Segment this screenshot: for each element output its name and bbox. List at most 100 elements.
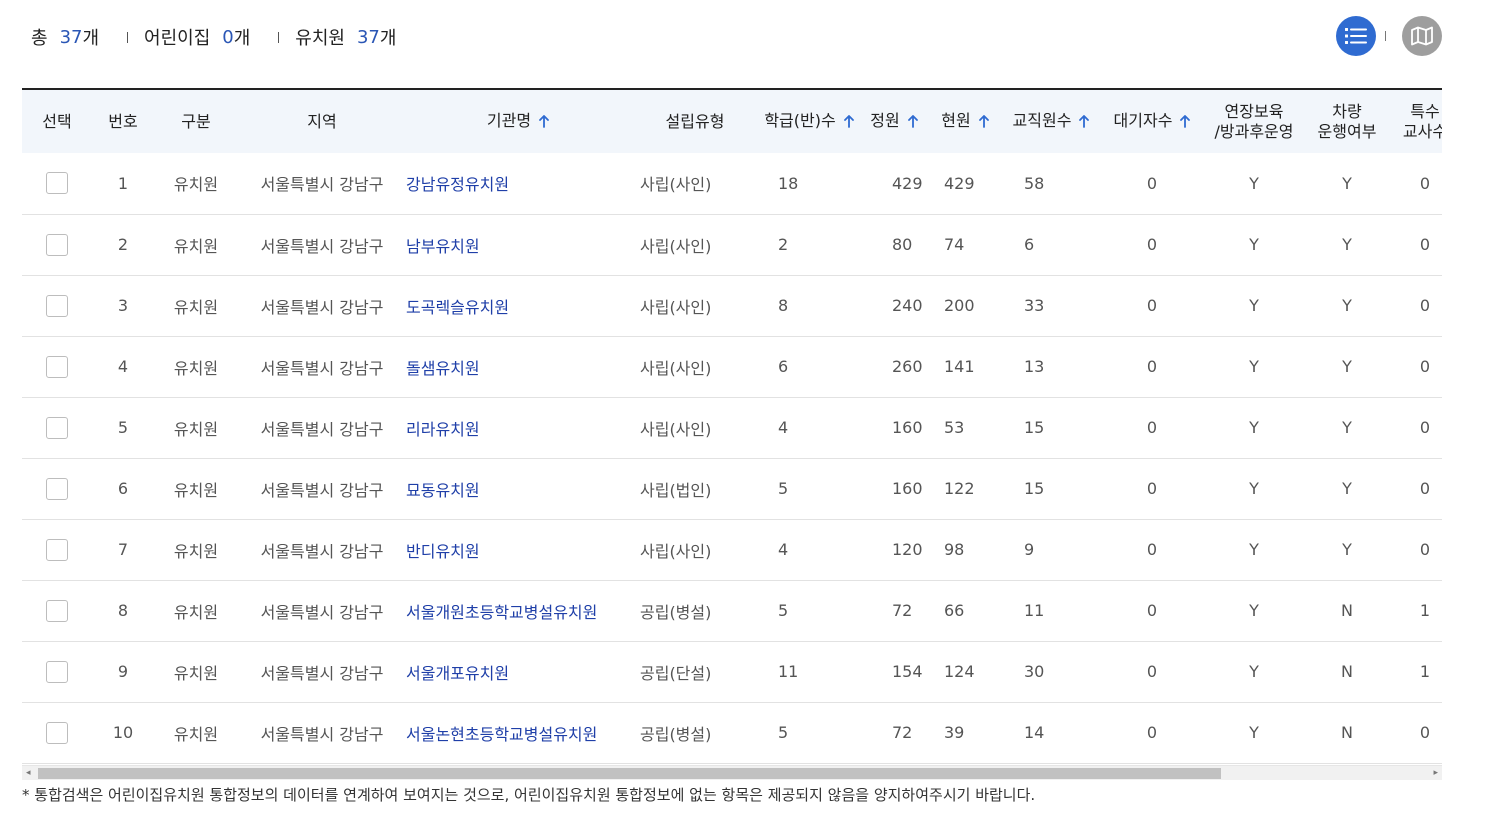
founding-type-cell: 사립(법인) — [640, 480, 712, 500]
row-select-checkbox[interactable] — [46, 294, 68, 317]
institution-name-link[interactable]: 서울논현초등학교병설유치원 — [406, 725, 597, 744]
institution-type-cell: 유치원 — [173, 724, 219, 744]
institution-name-link[interactable]: 돌샘유치원 — [406, 359, 480, 378]
current-enrollment-cell: 66 — [944, 601, 965, 620]
region-cell: 서울특별시 강남구 — [260, 175, 384, 195]
founding-type-cell: 공립(단설) — [640, 663, 712, 683]
institution-name-link[interactable]: 묘동유치원 — [406, 481, 480, 500]
institution-name-link[interactable]: 도곡렉슬유치원 — [406, 298, 509, 317]
special-teacher-count-cell: 0 — [1419, 479, 1431, 498]
scroll-left-icon[interactable]: ◂ — [26, 768, 31, 779]
sort-arrow-icon[interactable] — [843, 113, 854, 133]
kindergarten-count: 37 — [356, 26, 380, 48]
results-table-container[interactable]: 선택 번호 구분 지역 기관명 설립유형 학급(반)수 정원 현원 교직원수 대기자수 연장보육/방과… — [22, 88, 1442, 764]
special-teacher-count-cell: 0 — [1419, 540, 1431, 559]
institution-type-cell: 유치원 — [173, 175, 219, 195]
sort-arrow-icon[interactable] — [907, 113, 918, 133]
institution-name-link[interactable]: 강남유정유치원 — [406, 175, 509, 194]
row-select-checkbox[interactable] — [46, 416, 68, 439]
institution-type-cell: 유치원 — [173, 236, 219, 256]
table-row: 8 유치원 서울특별시 강남구 서울개원초등학교병설유치원 공립(병설) 5 72 66 11 0… — [22, 580, 1442, 641]
extended-care-cell: Y — [1249, 723, 1259, 742]
row-select-checkbox[interactable] — [46, 599, 68, 622]
table-header-row: 선택 번호 구분 지역 기관명 설립유형 학급(반)수 정원 현원 교직원수 대기자수 연장보육/방과… — [22, 90, 1442, 153]
result-summary: 총 37 개 어린이집 0개 유치원 37 개 — [31, 22, 396, 52]
current-enrollment-cell: 124 — [944, 662, 975, 681]
vehicle-operation-cell: Y — [1342, 479, 1352, 498]
institution-name-link[interactable]: 반디유치원 — [406, 542, 480, 561]
waiting-count-cell: 0 — [1146, 296, 1158, 315]
region-cell: 서울특별시 강남구 — [260, 480, 384, 500]
column-header-label: 교직원수 — [1012, 110, 1072, 130]
founding-type-cell: 사립(사인) — [640, 297, 712, 317]
row-select-checkbox[interactable] — [46, 721, 68, 744]
row-select-checkbox[interactable] — [46, 172, 68, 195]
institution-name-link[interactable]: 서울개원초등학교병설유치원 — [406, 603, 597, 622]
list-icon — [1345, 28, 1367, 44]
institution-type-cell: 유치원 — [173, 480, 219, 500]
select-cell — [22, 519, 92, 580]
table-row: 7 유치원 서울특별시 강남구 반디유치원 사립(사인) 4 120 98 9 0 Y Y 0 — [22, 519, 1442, 580]
horizontal-scrollbar[interactable]: ◂ ▸ — [22, 765, 1442, 780]
select-cell — [22, 641, 92, 702]
current-enrollment-cell: 39 — [944, 723, 965, 742]
sort-arrow-icon[interactable] — [1079, 113, 1090, 133]
region-cell: 서울특별시 강남구 — [260, 663, 384, 683]
special-teacher-count-cell: 0 — [1419, 357, 1431, 376]
waiting-count-cell: 0 — [1146, 540, 1158, 559]
scroll-right-icon[interactable]: ▸ — [1433, 768, 1438, 779]
institution-name-link[interactable]: 리라유치원 — [406, 420, 480, 439]
column-header[interactable]: 기관명 — [406, 90, 630, 153]
staff-count-cell: 15 — [1024, 479, 1045, 498]
institution-type-cell: 유치원 — [173, 297, 219, 317]
row-select-checkbox[interactable] — [46, 233, 68, 256]
class-count-cell: 4 — [778, 418, 789, 437]
special-teacher-count-cell: 1 — [1419, 601, 1431, 620]
column-header-label: 학급(반)수 — [764, 110, 836, 130]
capacity-cell: 120 — [892, 540, 923, 559]
column-header[interactable]: 현원 — [930, 90, 1000, 153]
vehicle-operation-cell: Y — [1342, 235, 1352, 254]
row-select-checkbox[interactable] — [46, 538, 68, 561]
sort-arrow-icon[interactable] — [1180, 113, 1191, 133]
table-row: 10 유치원 서울특별시 강남구 서울논현초등학교병설유치원 공립(병설) 5 72 39 14… — [22, 702, 1442, 763]
current-enrollment-cell: 53 — [944, 418, 965, 437]
table-row: 2 유치원 서울특별시 강남구 남부유치원 사립(사인) 2 80 74 6 0 Y Y 0 — [22, 214, 1442, 275]
staff-count-cell: 11 — [1024, 601, 1045, 620]
daycare-count: 0 — [222, 26, 234, 48]
list-view-button[interactable] — [1336, 16, 1376, 56]
founding-type-cell: 사립(사인) — [640, 236, 712, 256]
sort-arrow-icon[interactable] — [978, 113, 989, 133]
special-teacher-count-cell: 0 — [1419, 418, 1431, 437]
column-header-label: /방과후운영 — [1214, 121, 1294, 141]
capacity-cell: 429 — [892, 173, 923, 193]
daycare-unit: 개 — [233, 28, 251, 49]
institution-name-link-cell: 반디유치원 — [406, 519, 630, 580]
extended-care-cell: Y — [1249, 479, 1259, 498]
column-header[interactable]: 교직원수 — [1000, 90, 1102, 153]
column-header[interactable]: 대기자수 — [1102, 90, 1202, 153]
row-number-cell: 7 — [117, 540, 129, 559]
row-select-checkbox[interactable] — [46, 660, 68, 683]
column-header: 연장보육/방과후운영 — [1202, 90, 1306, 153]
data-source-notice: * 통합검색은 어린이집유치원 통합정보의 데이터를 연계하여 보여지는 것으로… — [22, 786, 1036, 804]
column-header[interactable]: 학급(반)수 — [760, 90, 858, 153]
daycare-label: 어린이집 — [144, 28, 211, 49]
vehicle-operation-cell: N — [1341, 662, 1353, 681]
vehicle-operation-cell: N — [1341, 723, 1353, 742]
column-header[interactable]: 정원 — [858, 90, 930, 153]
institution-name-link[interactable]: 남부유치원 — [406, 237, 480, 256]
institution-type-cell: 유치원 — [173, 419, 219, 439]
row-select-checkbox[interactable] — [46, 477, 68, 500]
row-number-cell: 1 — [117, 173, 129, 193]
institution-type-cell: 유치원 — [173, 358, 219, 378]
class-count-cell: 6 — [778, 357, 789, 376]
institution-name-link[interactable]: 서울개포유치원 — [406, 664, 509, 683]
vehicle-operation-cell: Y — [1342, 296, 1352, 315]
institution-type-cell: 유치원 — [173, 602, 219, 622]
scrollbar-thumb[interactable] — [38, 768, 1221, 779]
institution-name-link-cell: 리라유치원 — [406, 397, 630, 458]
row-select-checkbox[interactable] — [46, 355, 68, 378]
map-view-button[interactable] — [1402, 16, 1442, 56]
sort-arrow-icon[interactable] — [539, 113, 549, 133]
